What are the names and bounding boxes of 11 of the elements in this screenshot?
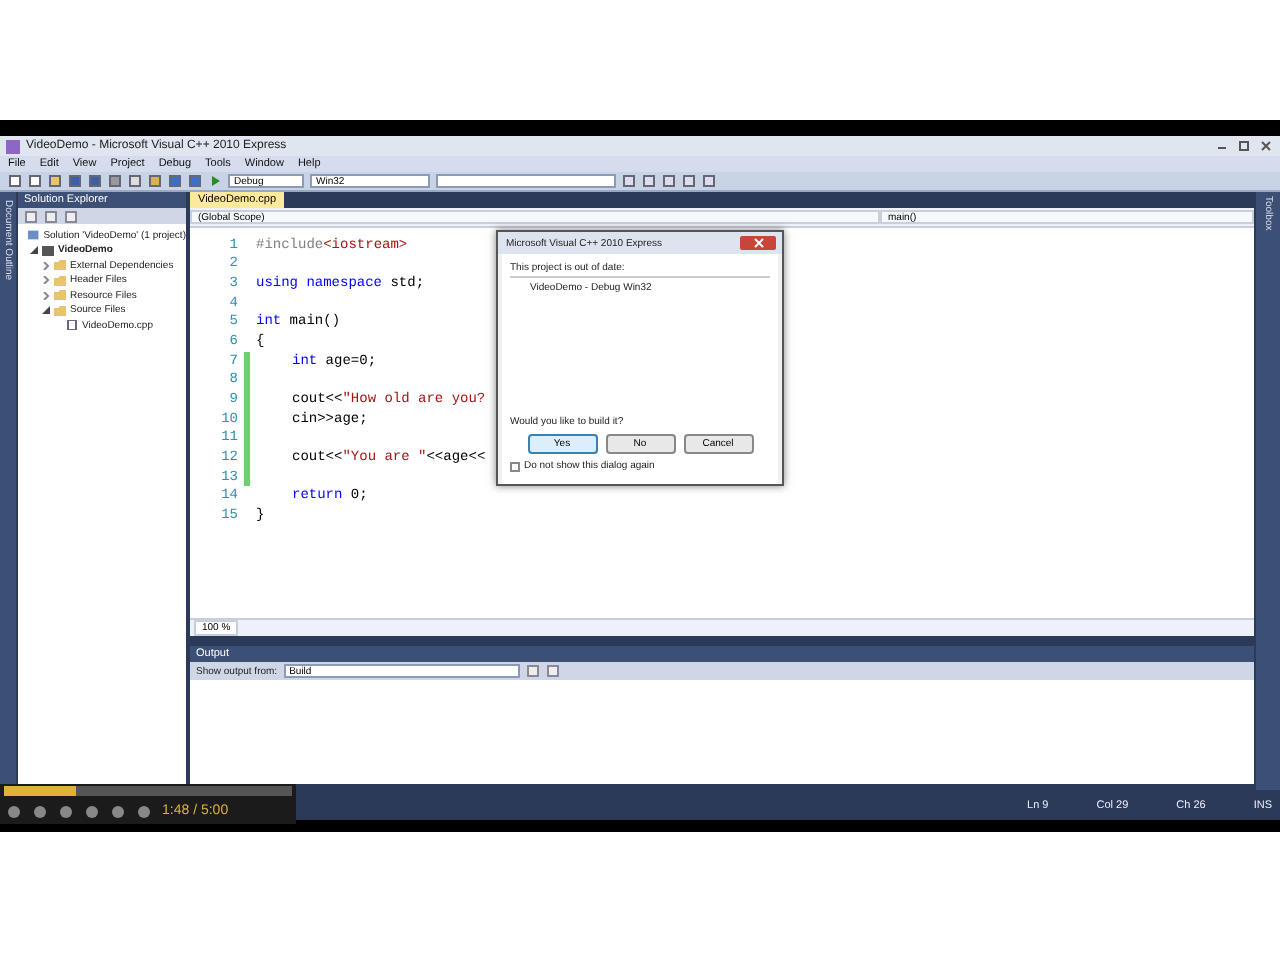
restore-icon[interactable] — [1236, 140, 1252, 152]
close-icon — [753, 238, 763, 248]
close-button[interactable] — [740, 236, 776, 250]
collapse-arrow-icon[interactable] — [42, 306, 50, 315]
close-icon[interactable] — [1258, 140, 1274, 152]
seek-bar[interactable] — [4, 786, 292, 796]
checkbox[interactable] — [510, 461, 520, 471]
find-field[interactable] — [436, 174, 616, 188]
app-icon — [6, 139, 20, 153]
file-icon — [66, 320, 78, 331]
collapse-arrow-icon[interactable] — [30, 246, 38, 255]
